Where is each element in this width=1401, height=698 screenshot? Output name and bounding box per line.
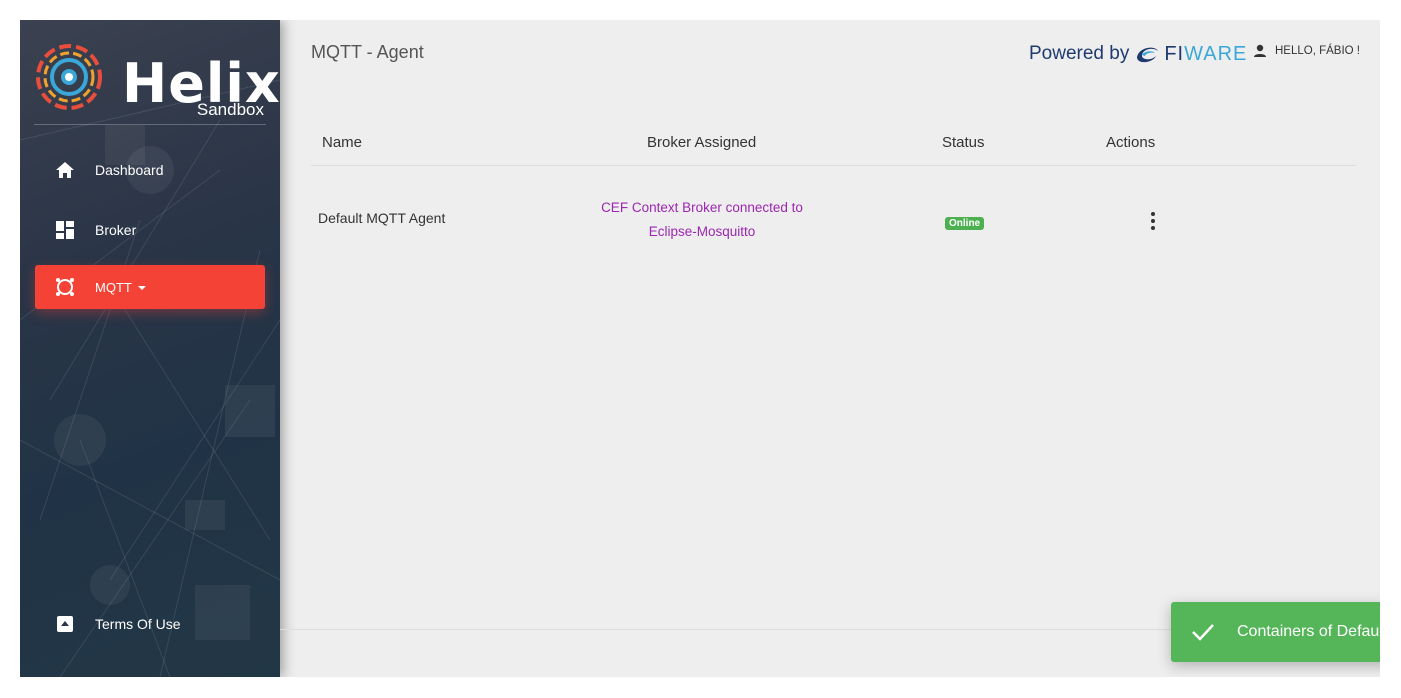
status-badge: Online [945, 217, 985, 230]
column-header-status: Status [942, 134, 985, 151]
user-greeting: HELLO, FÁBIO ! [1275, 45, 1360, 57]
sidebar-item-label: Terms Of Use [95, 616, 181, 632]
sidebar-divider [34, 124, 266, 125]
fiware-swirl-icon [1137, 47, 1159, 63]
column-header-actions: Actions [1106, 134, 1156, 151]
status-cell: Online [945, 213, 985, 230]
brand-subtitle: Sandbox [196, 100, 264, 119]
brand-logo[interactable]: Helix Sandbox [34, 42, 280, 122]
more-vertical-icon [1151, 212, 1155, 230]
user-menu[interactable]: HELLO, FÁBIO ! [1253, 44, 1360, 58]
broker-line-1: CEF Context Broker connected to [601, 200, 803, 215]
main-content: MQTT - Agent Powered by FIWARE HELLO, FÁ… [280, 20, 1380, 677]
table-row: Default MQTT Agent CEF Context Broker co… [311, 190, 1356, 250]
page-title: MQTT - Agent [311, 42, 424, 62]
toast-message: Containers of Default MQTT Agent started [1237, 623, 1380, 640]
sidebar-item-label: Dashboard [95, 162, 164, 178]
agent-name: Default MQTT Agent [318, 210, 446, 226]
sidebar-item-dashboard[interactable]: Dashboard [35, 148, 265, 192]
column-header-name: Name [322, 134, 363, 151]
sidebar: Helix Sandbox Dashboard Broker MQTT Term… [20, 20, 280, 677]
fiware-wordmark: FIWARE [1164, 42, 1248, 65]
sidebar-item-mqtt[interactable]: MQTT [35, 265, 265, 309]
caret-down-icon [137, 286, 146, 291]
powered-by-label: Powered by [1029, 43, 1130, 64]
check-icon [1192, 624, 1214, 641]
broker-assigned-link[interactable]: CEF Context Broker connected to Eclipse-… [572, 196, 832, 244]
helix-logo-icon [36, 44, 102, 110]
person-icon [1254, 44, 1266, 57]
sidebar-item-label: Broker [95, 222, 137, 238]
column-header-broker: Broker Assigned [647, 134, 757, 151]
broker-line-2: Eclipse-Mosquitto [648, 224, 756, 239]
table-header: Name Broker Assigned Status Actions [311, 122, 1356, 166]
success-toast: Containers of Default MQTT Agent started… [1171, 602, 1380, 662]
dashboard-grid-icon [35, 220, 95, 240]
terms-icon [35, 615, 95, 633]
sidebar-item-label: MQTT [95, 280, 146, 295]
sidebar-item-broker[interactable]: Broker [35, 208, 265, 252]
home-icon [35, 161, 95, 179]
row-actions-button[interactable] [1151, 212, 1155, 230]
mqtt-icon [35, 277, 95, 297]
sidebar-item-terms[interactable]: Terms Of Use [35, 602, 265, 646]
app-frame: Helix Sandbox Dashboard Broker MQTT Term… [20, 20, 1380, 677]
powered-by-fiware[interactable]: Powered by FIWARE [1029, 38, 1247, 70]
